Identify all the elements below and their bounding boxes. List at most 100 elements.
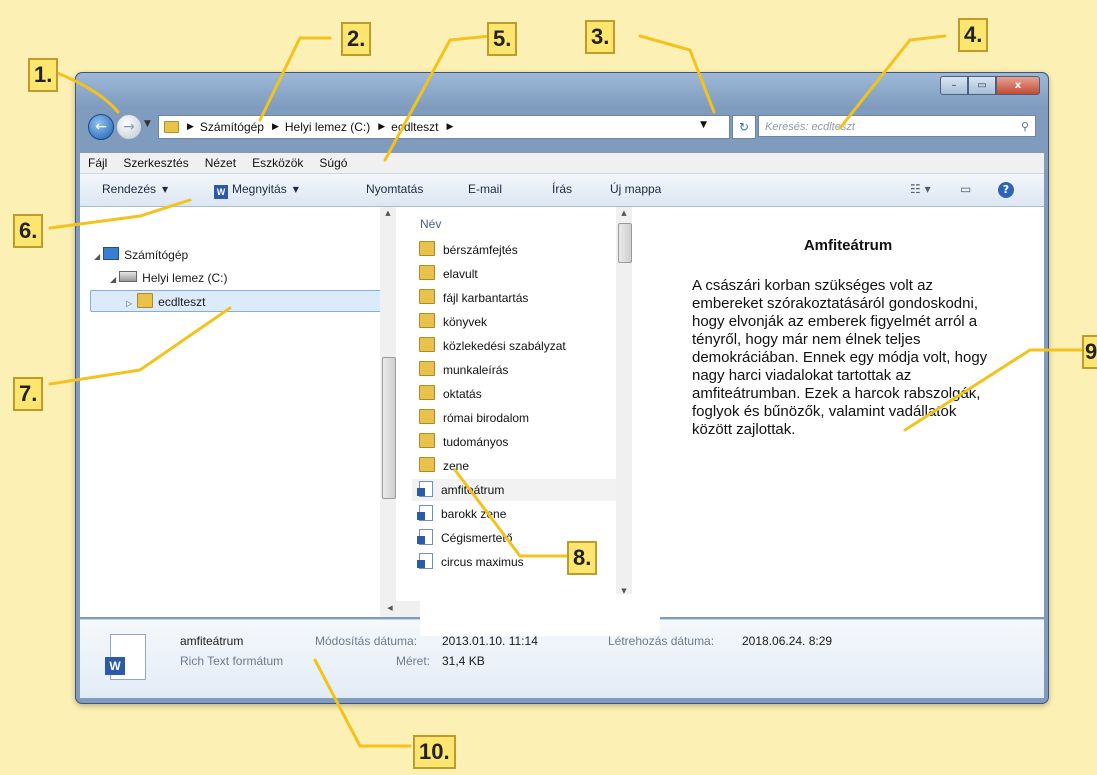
folder-list-item[interactable]: elavult — [412, 263, 616, 285]
file-name-label: circus maximus — [441, 555, 524, 569]
print-button[interactable]: Nyomtatás — [366, 182, 423, 196]
new-folder-button[interactable]: Új mappa — [610, 182, 661, 196]
preview-pane: Amfiteátrum A császári korban szükséges … — [652, 207, 1044, 617]
expand-arrow-icon[interactable]: ◢ — [110, 275, 116, 284]
column-header-name[interactable]: Név — [420, 217, 441, 231]
close-button[interactable]: x — [996, 76, 1040, 95]
folder-list-item[interactable]: munkaleírás — [412, 359, 616, 381]
file-name-label: amfiteátrum — [441, 483, 505, 497]
tree-item-local-disk[interactable]: ◢ Helyi lemez (C:) — [110, 271, 228, 285]
minimize-button[interactable]: – — [940, 76, 968, 95]
change-view-icon[interactable]: ☷ ▾ — [910, 182, 931, 196]
folder-list-item[interactable]: fájl karbantartás — [412, 287, 616, 309]
folder-icon — [164, 121, 179, 133]
menu-help[interactable]: Súgó — [319, 156, 347, 170]
chevron-right-icon[interactable]: ▶ — [272, 122, 279, 132]
preview-title: Amfiteátrum — [803, 237, 893, 254]
folder-icon — [419, 289, 435, 304]
preview-pane-icon[interactable]: ▭ — [960, 182, 971, 196]
detail-created-label: Létrehozás dátuma: — [608, 634, 715, 648]
address-bar[interactable]: ▶ Számítógép ▶ Helyi lemez (C:) ▶ ecdlte… — [158, 115, 730, 139]
file-name-label: oktatás — [443, 387, 482, 401]
menu-edit[interactable]: Szerkesztés — [123, 156, 188, 170]
menu-file[interactable]: Fájl — [88, 156, 107, 170]
forward-button[interactable]: → — [116, 114, 142, 140]
blank-overlay — [420, 594, 660, 636]
scroll-up-icon[interactable]: ▲ — [616, 209, 632, 217]
expand-arrow-icon[interactable]: ◢ — [94, 252, 100, 261]
tree-label: Helyi lemez (C:) — [142, 271, 228, 285]
folder-icon — [419, 361, 435, 376]
navigation-scrollbar[interactable]: ▲ — [380, 207, 396, 601]
callout-3: 3. — [585, 20, 616, 54]
folder-list-item[interactable]: római birodalom — [412, 407, 616, 429]
scroll-up-icon[interactable]: ▲ — [380, 209, 396, 217]
document-list-item[interactable]: barokk zene — [412, 503, 616, 525]
chevron-right-icon[interactable]: ▶ — [447, 122, 454, 132]
drive-icon — [119, 271, 138, 282]
document-list-item[interactable]: amfiteátrum — [412, 479, 616, 501]
open-button[interactable]: W Megnyitás ▼ — [214, 182, 299, 199]
tree-item-computer[interactable]: ◢ Számítógép — [94, 247, 188, 262]
scroll-left-icon[interactable]: ◀ — [382, 604, 398, 612]
back-arrow-icon: ← — [95, 119, 107, 135]
detail-created-value: 2018.06.24. 8:29 — [742, 634, 833, 648]
folder-icon — [419, 385, 435, 400]
callout-4: 4. — [958, 18, 989, 52]
organize-button[interactable]: Rendezés ▼ — [102, 182, 168, 196]
file-name-label: munkaleírás — [443, 363, 509, 377]
breadcrumb-computer[interactable]: Számítógép — [200, 120, 264, 134]
menu-bar: Fájl Szerkesztés Nézet Eszközök Súgó — [80, 153, 1044, 174]
search-input[interactable]: Keresés: ecdlteszt ⚲ — [758, 115, 1036, 137]
folder-list-item[interactable]: bérszámfejtés — [412, 239, 616, 261]
scroll-thumb[interactable] — [382, 357, 396, 499]
address-dropdown-icon[interactable]: ▼ — [700, 120, 707, 130]
command-bar: Rendezés ▼ W Megnyitás ▼ Nyomtatás E-mail Í… — [80, 174, 1044, 207]
callout-5: 5. — [487, 22, 518, 56]
folder-icon — [419, 265, 435, 280]
callout-9: 9. — [1082, 335, 1097, 369]
menu-view[interactable]: Nézet — [205, 156, 236, 170]
burn-button[interactable]: Írás — [552, 182, 572, 196]
help-icon[interactable]: ? — [998, 182, 1014, 198]
folder-list-item[interactable]: közlekedési szabályzat — [412, 335, 616, 357]
detail-file-type: Rich Text formátum — [180, 654, 284, 668]
tree-label: Számítógép — [124, 248, 189, 262]
email-button[interactable]: E-mail — [468, 182, 502, 196]
maximize-button[interactable]: ▭ — [968, 76, 996, 95]
file-name-label: elavult — [443, 267, 478, 281]
folder-list-item[interactable]: könyvek — [412, 311, 616, 333]
rtf-document-icon — [417, 529, 433, 545]
chevron-right-icon[interactable]: ▶ — [187, 122, 194, 132]
folder-icon — [419, 457, 435, 472]
breadcrumb-local-disk[interactable]: Helyi lemez (C:) — [285, 120, 370, 134]
open-label: Megnyitás — [232, 182, 287, 196]
folder-list-item[interactable]: oktatás — [412, 383, 616, 405]
menu-tools[interactable]: Eszközök — [252, 156, 303, 170]
folder-list-item[interactable]: zene — [412, 455, 616, 477]
preview-body: A császári korban szükséges volt az embe… — [692, 277, 988, 438]
recent-pages-dropdown-icon[interactable]: ▼ — [144, 119, 151, 129]
collapse-arrow-icon[interactable]: ▷ — [126, 299, 132, 308]
tree-item-ecdlteszt[interactable]: ▷ ecdlteszt — [126, 293, 206, 309]
rtf-document-icon — [417, 553, 433, 569]
navigation-row: ← → ▼ ▶ Számítógép ▶ Helyi lemez (C:) ▶ … — [86, 110, 1038, 140]
folder-icon — [419, 433, 435, 448]
folder-icon — [419, 241, 435, 256]
folder-list-item[interactable]: tudományos — [412, 431, 616, 453]
folder-icon — [137, 293, 154, 308]
forward-arrow-icon: → — [123, 119, 135, 135]
back-button[interactable]: ← — [88, 114, 114, 140]
chevron-down-icon: ▼ — [292, 185, 299, 194]
file-list-scrollbar[interactable]: ▲ ▼ — [616, 207, 632, 601]
file-name-label: fájl karbantartás — [443, 291, 529, 305]
refresh-button[interactable]: ↻ — [732, 115, 756, 139]
breadcrumb-ecdlteszt[interactable]: ecdlteszt — [391, 120, 438, 134]
scroll-thumb[interactable] — [618, 223, 632, 263]
organize-label: Rendezés — [102, 182, 157, 196]
chevron-right-icon[interactable]: ▶ — [378, 122, 385, 132]
file-name-label: barokk zene — [441, 507, 507, 521]
folder-icon — [419, 409, 435, 424]
search-icon[interactable]: ⚲ — [1021, 116, 1029, 138]
rtf-document-icon — [417, 481, 433, 497]
